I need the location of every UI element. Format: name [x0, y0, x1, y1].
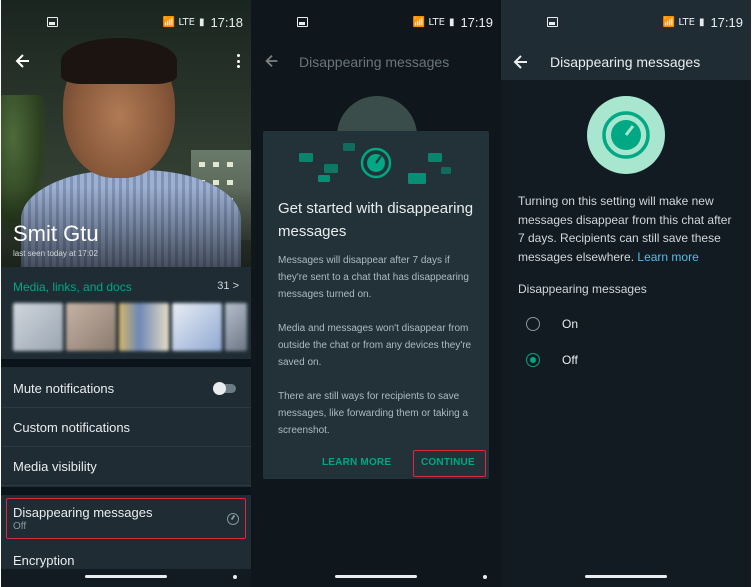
description-body: Turning on this setting will make new me…: [518, 194, 732, 264]
photo-hair: [61, 38, 177, 84]
radio-off-selected[interactable]: [526, 353, 540, 367]
mute-toggle[interactable]: [213, 382, 236, 395]
more-options-icon[interactable]: [235, 52, 241, 70]
mute-notifications-label: Mute notifications: [13, 380, 115, 396]
radio-on[interactable]: [526, 317, 540, 331]
chat-bubbles-illustration-icon: [299, 143, 451, 184]
media-thumbnail[interactable]: [172, 303, 222, 351]
learn-more-link[interactable]: Learn more: [637, 250, 698, 264]
back-arrow-icon[interactable]: [13, 51, 33, 71]
home-pill[interactable]: [335, 575, 417, 578]
custom-notifications-row[interactable]: Custom notifications: [1, 408, 251, 447]
clock: 17:19: [460, 14, 493, 30]
battery-icon: ▮: [198, 16, 205, 28]
status-bar: 📶 LTE ▮ 17:18: [1, 0, 251, 44]
media-thumbnail[interactable]: [66, 303, 116, 351]
dialog-paragraph-1: Messages will disappear after 7 days if …: [278, 255, 469, 300]
signal-status-icons: 📶 LTE: [662, 16, 695, 28]
media-title: Media, links, and docs: [13, 280, 132, 294]
learn-more-button[interactable]: LEARN MORE: [322, 457, 391, 468]
section-divider: [1, 359, 251, 367]
media-visibility-label: Media visibility: [13, 458, 97, 474]
disappearing-messages-screen: 📶 LTE ▮ 17:19 Disappearing messages Turn…: [501, 0, 751, 587]
status-bar: 📶 LTE ▮ 17:19: [251, 0, 501, 44]
dialog-paragraph-2: Media and messages won't disappear from …: [278, 323, 472, 368]
highlight-box-disappearing[interactable]: [6, 498, 246, 539]
battery-icon: ▮: [698, 16, 705, 28]
description-text: Turning on this setting will make new me…: [518, 192, 740, 266]
nav-dot: [483, 575, 487, 579]
signal-status-icons: 📶 LTE: [412, 16, 445, 28]
back-arrow-icon[interactable]: [511, 52, 531, 72]
contact-name: Smit Gtu: [13, 221, 99, 246]
battery-icon: ▮: [448, 16, 455, 28]
custom-notifications-label: Custom notifications: [13, 419, 131, 435]
home-pill[interactable]: [585, 575, 667, 578]
gallery-notification-icon: [297, 17, 308, 27]
signal-status-icons: 📶 LTE: [162, 16, 195, 28]
intro-dialog: Get started with disappearing messages M…: [263, 131, 489, 479]
system-nav-bar: [501, 569, 751, 587]
media-thumbnails: [13, 303, 247, 351]
option-on-row[interactable]: On: [526, 317, 578, 331]
home-pill[interactable]: [85, 575, 167, 578]
contact-info-screen: 📶 LTE ▮ 17:18 Smit Gtu last seen today a…: [1, 0, 251, 587]
option-on-label: On: [562, 317, 579, 331]
timer-icon: [587, 96, 665, 174]
nav-dot: [233, 575, 237, 579]
media-count[interactable]: 31 >: [217, 280, 239, 292]
last-seen-text: last seen today at 17:02: [13, 249, 98, 258]
encryption-label[interactable]: Encryption: [13, 553, 74, 568]
mute-notifications-row[interactable]: Mute notifications: [1, 369, 251, 408]
clock: 17:19: [710, 14, 743, 30]
dialog-paragraph-3: There are still ways for recipients to s…: [278, 391, 469, 436]
media-thumbnail[interactable]: [225, 303, 247, 351]
option-off-label: Off: [562, 353, 578, 367]
dialog-screen: 📶 LTE ▮ 17:19 Disappearing messages Get …: [251, 0, 501, 587]
app-bar-title: Disappearing messages: [501, 44, 751, 80]
system-nav-bar: [1, 569, 251, 587]
status-bar: 📶 LTE ▮ 17:19: [501, 0, 751, 44]
gallery-notification-icon: [547, 17, 558, 27]
media-thumbnail[interactable]: [13, 303, 63, 351]
dialog-title: Get started with disappearing messages: [278, 200, 474, 240]
gallery-notification-icon: [47, 17, 58, 27]
clock: 17:18: [210, 14, 243, 30]
option-off-row[interactable]: Off: [526, 353, 578, 367]
media-visibility-row[interactable]: Media visibility: [1, 447, 251, 486]
section-label: Disappearing messages: [518, 282, 647, 296]
media-section[interactable]: Media, links, and docs 31 >: [1, 267, 251, 359]
dimmed-app-bar-title: Disappearing messages: [299, 54, 450, 70]
media-thumbnail[interactable]: [119, 303, 169, 351]
system-nav-bar: [251, 569, 501, 587]
highlight-box-continue: [413, 450, 486, 477]
section-divider: [1, 487, 251, 495]
